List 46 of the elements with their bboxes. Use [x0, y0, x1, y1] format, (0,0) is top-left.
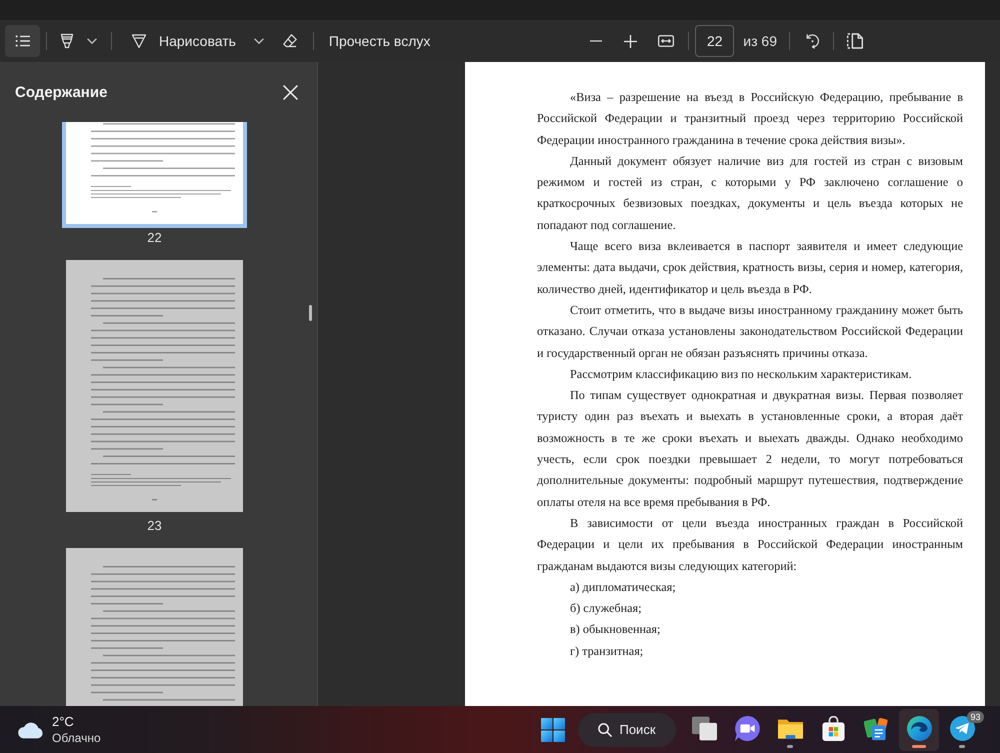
scrollbar-thumb[interactable]	[309, 305, 312, 321]
caret-icon	[254, 38, 264, 44]
list-item: в) обыкновенная;	[569, 621, 662, 638]
notification-badge: 93	[967, 710, 984, 722]
overlapping-windows-icon	[692, 716, 716, 740]
browser-button[interactable]	[899, 708, 939, 750]
weather-condition-label: Облачно	[52, 730, 101, 746]
eraser-icon	[282, 33, 298, 49]
paragraph: В зависимости от цели въезда иностранных граждан в Российской Федерации и цели их пребывания в Российской Федерации иностранным гражданам выдаются визы следующих категорий:	[537, 514, 963, 575]
draw-button[interactable]: Нарисовать	[125, 25, 242, 57]
rotate-icon	[804, 33, 820, 49]
highlighter-icon	[59, 33, 75, 49]
close-icon	[282, 84, 298, 100]
cards-icon	[864, 716, 888, 740]
page-number-label: 23	[147, 517, 162, 535]
paragraph: Стоит отметить, что в выдаче визы иностранному гражданину может быть отказано. Случаи отказа установлены законодательством Российской Федерации и государственный орган не обязан разъяснять причины отказа.	[537, 302, 963, 362]
search-button[interactable]: Поиск	[578, 712, 676, 746]
fit-width-icon	[658, 35, 674, 47]
caret-icon	[87, 38, 97, 44]
swirl-icon	[906, 716, 932, 740]
search-icon	[598, 722, 612, 736]
plus-icon	[624, 34, 637, 48]
tiles-icon	[541, 718, 565, 742]
paragraph: Данный документ обязует наличие виз для гостей из стран с визовым режимом и гостей из стран, с которыми у РФ заключено соглашение о краткосрочных безвизовых поездках, документы и цель въезда которых не попадают под соглашение.	[537, 152, 963, 234]
list-item: а) дипломатическая;	[569, 578, 677, 596]
video-chat-icon	[734, 716, 760, 740]
paragraph: Чаще всего виза вклеивается в паспорт заявителя и имеет следующие элементы: дата выдачи, срок действия, кратность визы, серия и номер, категория, количество дней, идентификатор и цель въезда в РФ.	[537, 238, 963, 298]
shopping-bag-icon	[820, 716, 846, 740]
two-page-icon	[847, 33, 863, 49]
read-aloud-button[interactable]: Прочесть вслух	[322, 25, 436, 57]
page-number-field[interactable]: 22	[695, 25, 734, 57]
temperature-label: 2°C	[52, 714, 75, 730]
contents-button[interactable]	[5, 25, 40, 57]
list-item: г) транзитная;	[569, 642, 644, 660]
panel-title: Содержание	[15, 84, 108, 100]
page-count-label: из 69	[743, 33, 777, 49]
minus-icon	[590, 40, 602, 42]
list-icon	[14, 35, 30, 47]
list-item: б) служебная;	[569, 600, 643, 618]
cloud-icon	[18, 720, 44, 738]
messenger-button[interactable]: 93	[942, 708, 982, 750]
paragraph: По типам существует однократная и двукратная визы. Первая позволяет туристу один раз въехать и выехать в установленные сроки, а вторая даёт возможность в те же сроки въехать и выехать дважды. Однако необходимо учесть, если срок поездки превышает 2 недели, то могут потребоваться дополнительные документы: подробный маршрут путешествия, подтверждение оплаты отеля на все время пребывания в РФ.	[537, 387, 963, 511]
paragraph: «Виза – разрешение на въезд в Российскую Федерацию, пребывание в Российской Федерации и транзитный проезд через территорию Российской Федерации иностранного гражданина в течение срока действия визы».	[537, 89, 963, 149]
pen-nib-icon	[131, 33, 147, 49]
paragraph: Рассмотрим классификацию виз по нескольким характеристикам.	[569, 366, 913, 383]
page-number-label: 22	[147, 229, 162, 247]
